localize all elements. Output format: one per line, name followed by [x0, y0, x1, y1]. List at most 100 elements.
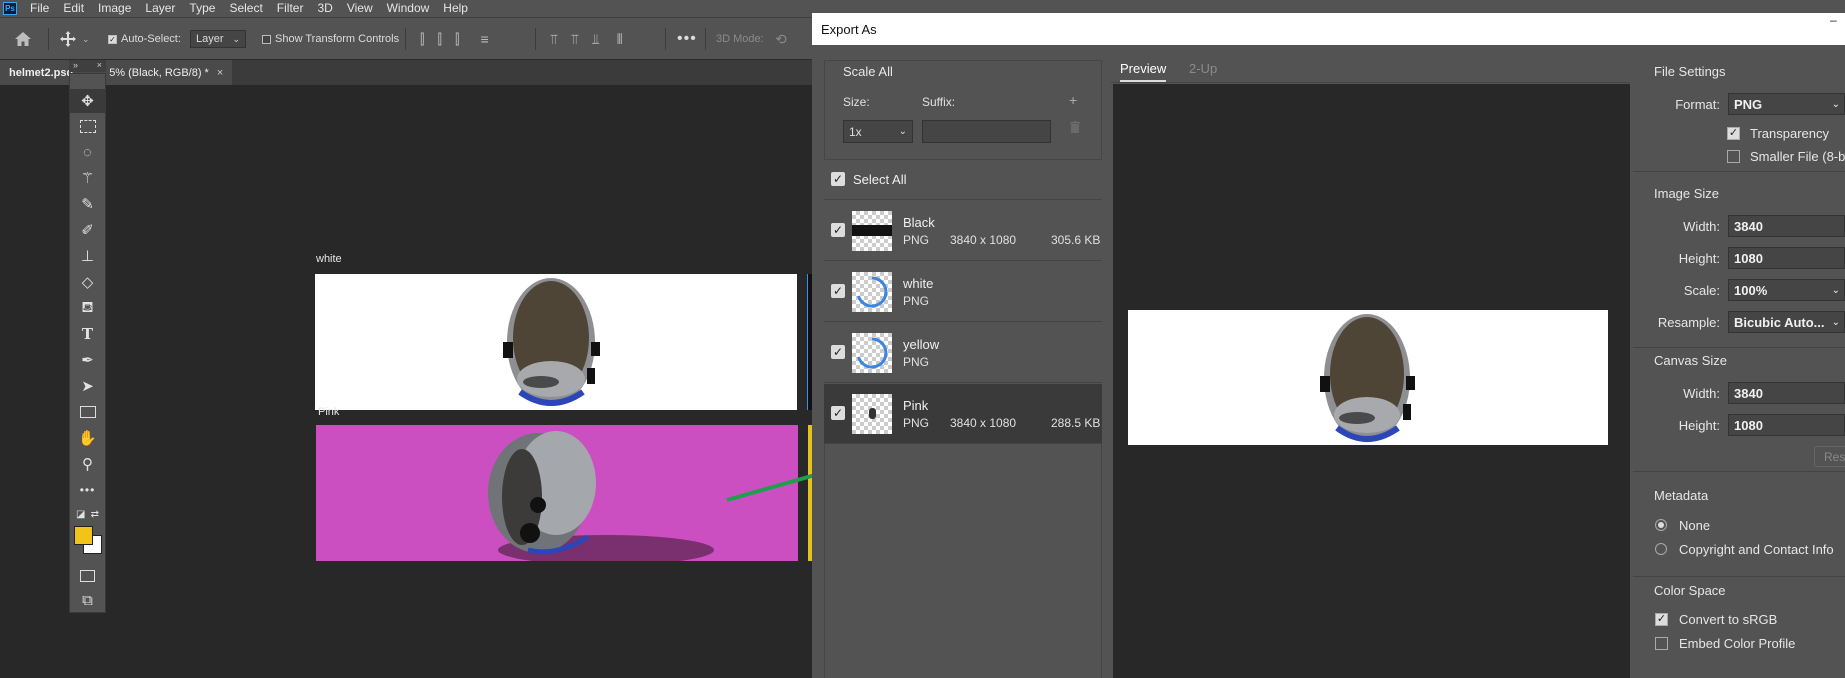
asset-name: white: [903, 276, 934, 291]
menu-layer[interactable]: Layer: [138, 0, 182, 17]
asset-format: PNG: [903, 355, 930, 369]
suffix-input[interactable]: [922, 120, 1051, 143]
collapse-icon[interactable]: »: [73, 60, 78, 72]
file-settings-heading: File Settings: [1654, 64, 1726, 79]
rectangle-tool-icon[interactable]: [70, 400, 105, 424]
dialog-title: Export As: [821, 21, 877, 37]
resample-label: Resample:: [1657, 315, 1720, 330]
checkmark-icon[interactable]: ✓: [831, 284, 845, 298]
home-icon[interactable]: [14, 18, 32, 60]
canvas-height-input[interactable]: 1080: [1728, 414, 1845, 436]
align-left-icon[interactable]: ⫿: [420, 31, 424, 48]
3d-orbit-icon[interactable]: ⟲: [775, 18, 787, 60]
zoom-tool-icon[interactable]: ⚲: [70, 452, 105, 476]
hand-tool-icon[interactable]: ✋: [70, 426, 105, 450]
close-icon[interactable]: ×: [217, 67, 223, 79]
document-tab[interactable]: helmet2.psd 5% (Black, RGB/8) * ×: [0, 60, 232, 85]
toolbar: ✥ ◌ ⚚ ✎ ✐ ⊥ ◇ ⛾ T ✒ ➤ ✋ ⚲ ••• ◪ ⇄ ⧉: [69, 73, 106, 613]
image-size-heading: Image Size: [1654, 186, 1720, 201]
add-scale-icon[interactable]: +: [1069, 92, 1077, 108]
quick-mask-icon[interactable]: [70, 564, 105, 588]
menu-type[interactable]: Type: [182, 0, 222, 17]
close-icon[interactable]: ×: [97, 60, 102, 72]
edit-toolbar-icon[interactable]: •••: [70, 478, 105, 502]
tab-preview[interactable]: Preview: [1120, 61, 1167, 82]
checkmark-icon[interactable]: ✓: [831, 406, 845, 420]
menu-help[interactable]: Help: [436, 0, 475, 17]
artboard-label-white: white: [316, 253, 342, 265]
resample-dropdown[interactable]: Bicubic Auto... ⌄: [1728, 311, 1845, 333]
auto-select-checkbox[interactable]: ✓ Auto-Select:: [108, 18, 181, 60]
menu-edit[interactable]: Edit: [56, 0, 91, 17]
size-dropdown[interactable]: 1x ⌄: [843, 120, 913, 143]
move-tool-preset-icon[interactable]: ⌄: [60, 18, 90, 60]
transparency-checkbox[interactable]: ✓: [1727, 127, 1740, 140]
artboard-white[interactable]: [315, 274, 797, 410]
more-options-icon[interactable]: •••: [677, 18, 697, 60]
menu-select[interactable]: Select: [222, 0, 269, 17]
distribute-icon[interactable]: ≡: [480, 31, 488, 47]
asset-row-yellow[interactable]: ✓ yellow PNG: [824, 323, 1102, 383]
eyedropper-icon[interactable]: ✎: [70, 192, 105, 216]
artboard-label-pink: Pink: [318, 406, 340, 418]
trash-icon[interactable]: [1070, 121, 1080, 133]
minimize-icon[interactable]: –: [1830, 13, 1845, 27]
align-bottom-icon[interactable]: ⫫: [592, 31, 600, 48]
asset-thumbnail: [852, 211, 892, 251]
path-selection-icon[interactable]: ➤: [70, 374, 105, 398]
menu-image[interactable]: Image: [91, 0, 138, 17]
embed-profile-checkbox[interactable]: [1655, 637, 1668, 650]
smaller-file-checkbox[interactable]: [1727, 150, 1740, 163]
asset-row-white[interactable]: ✓ white PNG: [824, 262, 1102, 322]
menu-view[interactable]: View: [340, 0, 380, 17]
metadata-copyright-radio[interactable]: [1655, 543, 1667, 555]
menu-window[interactable]: Window: [380, 0, 437, 17]
tab-2-up[interactable]: 2-Up: [1189, 61, 1217, 76]
checkmark-icon[interactable]: ✓: [831, 223, 845, 237]
type-tool-icon[interactable]: T: [70, 322, 105, 346]
metadata-none-radio[interactable]: [1655, 519, 1667, 531]
align-right-icon[interactable]: ⫿: [455, 31, 459, 48]
align-vcenter-icon[interactable]: ⫪: [571, 31, 579, 48]
menu-3d[interactable]: 3D: [310, 0, 339, 17]
scale-dropdown[interactable]: 100% ⌄: [1728, 279, 1845, 301]
move-tool-icon[interactable]: ✥: [70, 89, 105, 113]
screen-mode-icon[interactable]: ⧉: [70, 588, 105, 612]
align-hcenter-icon[interactable]: ⫿: [437, 31, 441, 48]
swap-colors-icon[interactable]: ◪ ⇄: [70, 502, 105, 526]
lasso-tool-icon[interactable]: ◌: [70, 140, 105, 164]
clone-stamp-icon[interactable]: ⊥: [70, 244, 105, 268]
foreground-color-swatch[interactable]: [74, 526, 93, 545]
show-transform-checkbox[interactable]: Show Transform Controls: [262, 18, 399, 60]
eraser-icon[interactable]: ◇: [70, 270, 105, 294]
auto-select-target-dropdown[interactable]: Layer ⌄: [190, 30, 246, 48]
menu-file[interactable]: File: [23, 0, 56, 17]
rectangular-marquee-icon[interactable]: [70, 114, 105, 138]
checkmark-icon[interactable]: ✓: [831, 345, 845, 359]
format-dropdown[interactable]: PNG ⌄: [1728, 93, 1845, 115]
asset-row-pink[interactable]: ✓ Pink PNG 3840 x 1080 288.5 KB: [824, 384, 1102, 444]
canvas-size-heading: Canvas Size: [1654, 353, 1727, 368]
chevron-down-icon: ⌄: [1831, 316, 1840, 328]
checkmark-icon[interactable]: ✓: [831, 172, 845, 186]
paint-bucket-icon[interactable]: ⛾: [70, 296, 105, 320]
pen-tool-icon[interactable]: ✒: [70, 348, 105, 372]
canvas-width-input[interactable]: 3840: [1728, 382, 1845, 404]
toolbar-header[interactable]: » ×: [69, 60, 106, 72]
menu-filter[interactable]: Filter: [270, 0, 311, 17]
brush-tool-icon[interactable]: ✐: [70, 218, 105, 242]
suffix-label: Suffix:: [922, 95, 956, 109]
reset-button[interactable]: Res: [1814, 446, 1845, 467]
distribute-vertical-icon[interactable]: ⫴: [617, 31, 623, 48]
chevron-down-icon[interactable]: ⌄: [82, 34, 90, 45]
image-width-input[interactable]: 3840: [1728, 215, 1845, 237]
align-top-icon[interactable]: ⫪: [550, 31, 558, 48]
select-all-row[interactable]: ✓ Select All: [824, 160, 1102, 200]
image-height-input[interactable]: 1080: [1728, 247, 1845, 269]
magic-wand-icon[interactable]: ⚚: [70, 166, 105, 190]
convert-srgb-checkbox[interactable]: ✓: [1655, 613, 1668, 626]
helmet-front-preview: [1320, 314, 1415, 442]
asset-row-black[interactable]: ✓ Black PNG 3840 x 1080 305.6 KB: [824, 201, 1102, 261]
image-height-label: Height:: [1678, 251, 1720, 266]
format-value: PNG: [1734, 96, 1763, 112]
